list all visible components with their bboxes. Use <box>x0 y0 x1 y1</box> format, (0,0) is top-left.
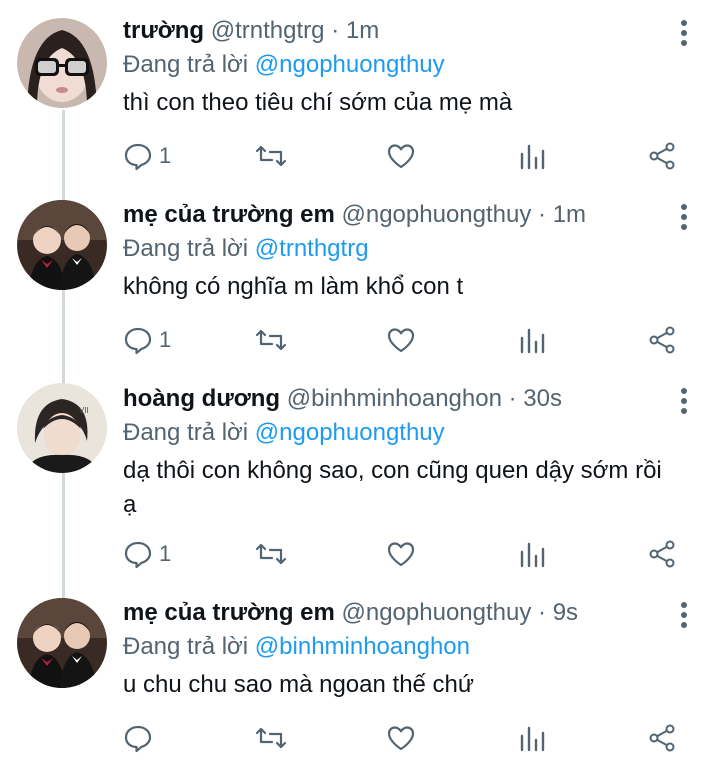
mention-link[interactable]: @ngophuongthuy <box>255 51 445 78</box>
analytics-icon <box>519 141 545 171</box>
replying-to: Đang trả lời @trnthgtrg <box>123 234 670 264</box>
more-vertical-icon[interactable] <box>680 386 688 416</box>
analytics-icon <box>519 325 545 355</box>
like-button[interactable] <box>386 538 416 570</box>
user-handle[interactable]: @binhminhoanghon <box>287 385 502 412</box>
share-button[interactable] <box>647 538 677 570</box>
like-button[interactable] <box>386 722 416 754</box>
timestamp[interactable]: · 9s <box>538 599 578 626</box>
retweet-button[interactable] <box>255 140 287 172</box>
share-button[interactable] <box>647 722 677 754</box>
reply-button[interactable]: 1 <box>123 140 171 172</box>
reply-icon <box>123 325 153 355</box>
avatar[interactable] <box>17 18 107 108</box>
analytics-button[interactable] <box>519 538 545 570</box>
reply-count: 1 <box>159 541 172 566</box>
heart-icon <box>386 539 416 569</box>
replying-to-label: Đang trả lời <box>123 633 249 660</box>
retweet-button[interactable] <box>255 538 287 570</box>
like-button[interactable] <box>386 140 416 172</box>
reply-icon <box>123 141 153 171</box>
heart-icon <box>386 723 416 753</box>
like-button[interactable] <box>386 324 416 356</box>
more-vertical-icon[interactable] <box>680 18 688 48</box>
share-icon <box>647 325 677 355</box>
user-handle[interactable]: @ngophuongthuy <box>342 599 532 626</box>
tweet-actions: 1 <box>123 538 683 570</box>
tweet-header: trường @trnthgtrg · 1m <box>123 16 670 46</box>
replying-to: Đang trả lời @ngophuongthuy <box>123 50 670 80</box>
retweet-button[interactable] <box>255 722 287 754</box>
thread-line <box>62 110 65 600</box>
retweet-icon <box>255 141 287 171</box>
user-handle[interactable]: @ngophuongthuy <box>342 201 532 228</box>
reply-icon <box>123 723 153 753</box>
display-name[interactable]: trường <box>123 17 204 44</box>
tweet-text: u chu chu sao mà ngoan thế chứ <box>123 671 474 698</box>
avatar[interactable]: VII <box>17 383 107 473</box>
share-icon <box>647 141 677 171</box>
analytics-icon <box>519 723 545 753</box>
svg-text:VII: VII <box>79 406 89 415</box>
tweet-text: dạ thôi con không sao, con cũng quen dậy… <box>123 457 662 518</box>
reply-button[interactable] <box>123 722 159 754</box>
heart-icon <box>386 325 416 355</box>
mention-link[interactable]: @binhminhoanghon <box>255 633 470 660</box>
more-vertical-icon[interactable] <box>680 600 688 630</box>
replying-to: Đang trả lời @binhminhoanghon <box>123 632 670 662</box>
replying-to-label: Đang trả lời <box>123 235 249 262</box>
tweet-text: thì con theo tiêu chí sớm của mẹ mà <box>123 89 513 116</box>
more-vertical-icon[interactable] <box>680 202 688 232</box>
reply-button[interactable]: 1 <box>123 324 171 356</box>
heart-icon <box>386 141 416 171</box>
tweet-header: mẹ của trường em @ngophuongthuy · 9s <box>123 598 670 628</box>
avatar[interactable] <box>17 200 107 290</box>
user-handle[interactable]: @trnthgtrg <box>211 17 325 44</box>
analytics-button[interactable] <box>519 324 545 356</box>
replying-to-label: Đang trả lời <box>123 419 249 446</box>
replying-to-label: Đang trả lời <box>123 51 249 78</box>
tweet-actions <box>123 722 683 754</box>
timestamp[interactable]: · 30s <box>509 385 562 412</box>
tweet-header: hoàng dương @binhminhoanghon · 30s <box>123 384 670 414</box>
reply-button[interactable]: 1 <box>123 538 171 570</box>
display-name[interactable]: hoàng dương <box>123 385 280 412</box>
timestamp[interactable]: · 1m <box>538 201 586 228</box>
mention-link[interactable]: @ngophuongthuy <box>255 419 445 446</box>
reply-count: 1 <box>159 327 172 352</box>
retweet-button[interactable] <box>255 324 287 356</box>
avatar[interactable] <box>17 598 107 688</box>
share-icon <box>647 539 677 569</box>
replying-to: Đang trả lời @ngophuongthuy <box>123 418 670 448</box>
tweet-text: không có nghĩa m làm khổ con t <box>123 273 464 300</box>
tweet-header: mẹ của trường em @ngophuongthuy · 1m <box>123 200 670 230</box>
analytics-icon <box>519 539 545 569</box>
display-name[interactable]: mẹ của trường em <box>123 599 335 626</box>
retweet-icon <box>255 539 287 569</box>
analytics-button[interactable] <box>519 722 545 754</box>
share-icon <box>647 723 677 753</box>
share-button[interactable] <box>647 324 677 356</box>
display-name[interactable]: mẹ của trường em <box>123 201 335 228</box>
reply-count: 1 <box>159 143 172 168</box>
timestamp[interactable]: · 1m <box>331 17 379 44</box>
analytics-button[interactable] <box>519 140 545 172</box>
retweet-icon <box>255 325 287 355</box>
share-button[interactable] <box>647 140 677 172</box>
tweet-actions: 1 <box>123 324 683 356</box>
retweet-icon <box>255 723 287 753</box>
tweet-actions: 1 <box>123 140 683 172</box>
mention-link[interactable]: @trnthgtrg <box>255 235 369 262</box>
reply-icon <box>123 539 153 569</box>
